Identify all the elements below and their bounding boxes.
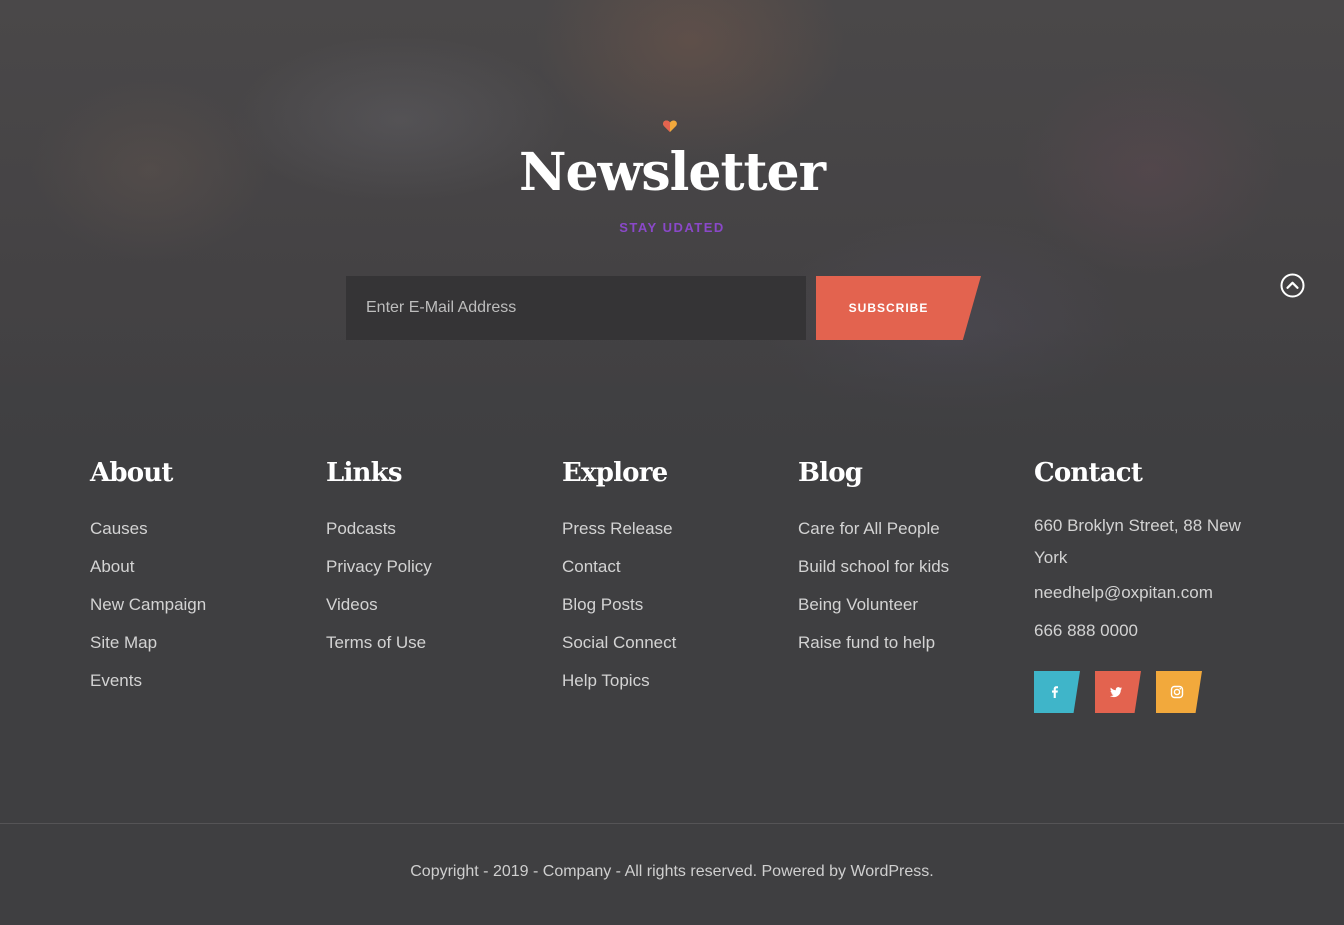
footer-link-terms-of-use[interactable]: Terms of Use — [326, 624, 546, 662]
footer-link-care-for-all-people[interactable]: Care for All People — [798, 510, 1018, 548]
newsletter-subtitle: STAY UDATED — [619, 220, 725, 235]
footer-link-social-connect[interactable]: Social Connect — [562, 624, 782, 662]
twitter-icon — [1110, 687, 1122, 698]
footer-divider — [0, 823, 1344, 824]
footer-link-podcasts[interactable]: Podcasts — [326, 510, 546, 548]
footer-link-being-volunteer[interactable]: Being Volunteer — [798, 586, 1018, 624]
footer-link-help-topics[interactable]: Help Topics — [562, 662, 782, 700]
subscribe-button[interactable]: SUBSCRIBE — [816, 276, 981, 340]
social-links — [1034, 671, 1214, 713]
footer-link-raise-fund-to-help[interactable]: Raise fund to help — [798, 624, 1018, 662]
footer-link-causes[interactable]: Causes — [90, 510, 310, 548]
newsletter-title: Newsletter — [518, 142, 826, 203]
contact-address: 660 Broklyn Street, 88 New York — [1034, 516, 1241, 567]
scroll-to-top-icon[interactable] — [1280, 273, 1305, 298]
instagram-icon — [1170, 685, 1184, 699]
footer-link-contact[interactable]: Contact — [562, 548, 782, 586]
footer-about-column: About Causes About New Campaign Site Map… — [90, 456, 310, 700]
footer-about-title: About — [90, 458, 173, 488]
footer-links-title: Links — [326, 458, 403, 488]
footer-link-press-release[interactable]: Press Release — [562, 510, 782, 548]
footer-link-new-campaign[interactable]: New Campaign — [90, 586, 310, 624]
footer-explore-column: Explore Press Release Contact Blog Posts… — [562, 456, 782, 700]
footer-blog-title: Blog — [798, 458, 863, 488]
footer-links-column: Links Podcasts Privacy Policy Videos Ter… — [326, 456, 546, 662]
footer-link-privacy-policy[interactable]: Privacy Policy — [326, 548, 546, 586]
footer-link-events[interactable]: Events — [90, 662, 310, 700]
footer-link-blog-posts[interactable]: Blog Posts — [562, 586, 782, 624]
footer-contact-column: Contact 660 Broklyn Street, 88 New York … — [1034, 456, 1274, 650]
contact-email[interactable]: needhelp@oxpitan.com — [1034, 574, 1274, 612]
instagram-button[interactable] — [1156, 671, 1202, 713]
footer-link-site-map[interactable]: Site Map — [90, 624, 310, 662]
heart-icon — [663, 120, 677, 132]
twitter-button[interactable] — [1095, 671, 1141, 713]
footer-link-videos[interactable]: Videos — [326, 586, 546, 624]
email-input[interactable] — [346, 276, 806, 340]
footer-blog-column: Blog Care for All People Build school fo… — [798, 456, 1018, 662]
footer-link-about[interactable]: About — [90, 548, 310, 586]
footer-explore-title: Explore — [562, 458, 668, 488]
footer-link-build-school-for-kids[interactable]: Build school for kids — [798, 548, 1018, 586]
copyright-text: Copyright - 2019 - Company - All rights … — [410, 863, 934, 880]
footer-contact-title: Contact — [1034, 458, 1143, 488]
contact-phone: 666 888 0000 — [1034, 621, 1138, 640]
facebook-icon — [1052, 686, 1058, 698]
facebook-button[interactable] — [1034, 671, 1080, 713]
